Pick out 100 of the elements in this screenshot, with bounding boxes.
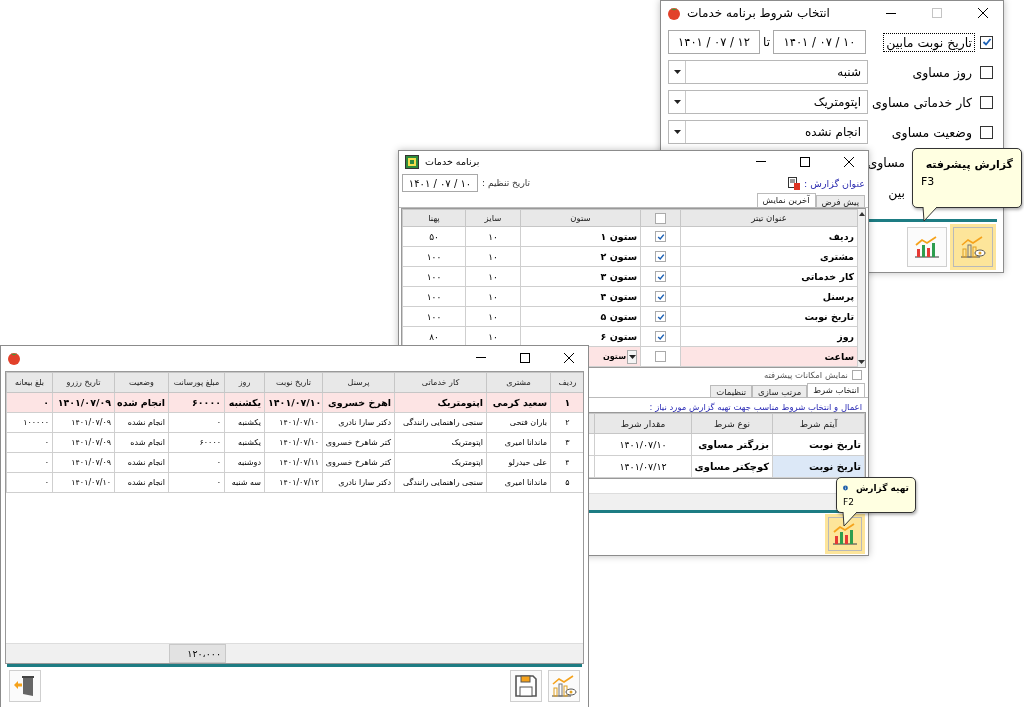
- checkbox[interactable]: [980, 125, 993, 139]
- dropdown-field[interactable]: شنبه: [668, 60, 868, 84]
- table-cell: ۱۴۰۱/۰۷/۰۹: [52, 392, 115, 413]
- checkbox[interactable]: [655, 351, 666, 362]
- table-cell: علی حیدرلو: [486, 452, 551, 473]
- table-cell: ۲: [550, 412, 583, 433]
- date-label: تاریخ تنظیم :: [482, 178, 530, 188]
- checkbox[interactable]: [980, 35, 993, 49]
- table-cell: یکشنبه: [224, 432, 265, 453]
- app-icon: [405, 154, 419, 169]
- column-header: عنوان تیتر: [680, 209, 858, 227]
- save-button[interactable]: [510, 670, 542, 702]
- table-cell: ۰: [6, 432, 53, 453]
- tab[interactable]: آخرین نمایش: [756, 193, 816, 207]
- column-header: آیتم شرط: [772, 413, 865, 434]
- table-row[interactable]: ۱ سعید کرمی اپتومتریک اهرخ خسروی ۱۴۰۱/۰۷/۱۰ یکشنبه ۶۰۰۰۰ انجام شده ۱۴۰۱/۰۷/۰۹ ۰: [6, 392, 583, 413]
- table-cell: انجام شده: [114, 432, 169, 453]
- report-title-label: عنوان گزارش :: [804, 177, 865, 189]
- table-cell: ۸۰: [402, 326, 466, 347]
- dropdown-arrow-icon: [628, 354, 636, 359]
- chart-eye-icon: [551, 674, 577, 698]
- table-cell: ۱۰۰: [402, 246, 466, 267]
- table-cell: ستون ۱: [520, 226, 641, 247]
- table-cell: ۴: [550, 452, 583, 473]
- checkbox-label[interactable]: وضعیت مساوی: [888, 122, 975, 142]
- scrollbar[interactable]: [858, 209, 865, 367]
- bar-chart-icon: [832, 522, 858, 546]
- table-cell: ۰: [168, 472, 225, 493]
- report-button[interactable]: [907, 227, 947, 267]
- table-cell: انجام شده: [114, 392, 169, 413]
- checkbox[interactable]: [655, 251, 666, 262]
- column-header: مشتری: [486, 372, 551, 393]
- table-row[interactable]: ۳ ماندانا امیری اپتومتریک کتر شاهرخ خسروی ۱۴۰۱/۰۷/۱۰ یکشنبه ۶۰۰۰۰ انجام شده ۱۴۰۱/۰۷/۰۹ ۰: [6, 432, 583, 453]
- date-field[interactable]: ۱۴۰۱ / ۰۷ / ۱۰: [773, 30, 866, 54]
- column-header: وضعیت: [114, 372, 169, 393]
- table-cell: انجام نشده: [114, 412, 169, 433]
- column-header: ردیف: [550, 372, 583, 393]
- date-field[interactable]: ۱۴۰۱ / ۰۷ / ۱۰: [402, 174, 478, 192]
- table-cell: ۱۰۰: [402, 266, 466, 287]
- column-header: تاریخ نوبت: [264, 372, 323, 393]
- table-cell: دوشنبه: [224, 452, 265, 473]
- dropdown-arrow-icon: [673, 70, 681, 74]
- checkbox-label[interactable]: نمایش امکانات پیشرفته: [763, 370, 848, 380]
- report-button[interactable]: [828, 517, 862, 551]
- checkbox-label[interactable]: کار خدماتی مساوی: [869, 92, 975, 112]
- column-header: پرسنل: [322, 372, 395, 393]
- column-header: نوع شرط: [691, 413, 773, 434]
- table-cell: دکتر سارا نادری: [322, 412, 395, 433]
- table-row[interactable]: ۵ ماندانا امیری سنجی راهنمایی رانندگی دکتر سارا نادری ۱۴۰۱/۰۷/۱۲ سه شنبه ۰ انجام نشده ۱۴۰۱/۰۷/۱۰ ۰: [6, 472, 583, 493]
- table-cell: ۱۰: [465, 306, 521, 327]
- table-cell: ۰: [168, 412, 225, 433]
- table-cell: ماندانا امیری: [486, 432, 551, 453]
- column-header: کار خدماتی: [394, 372, 487, 393]
- table-cell: ۱۴۰۱/۰۷/۱۰: [264, 392, 323, 413]
- table-row[interactable]: ۴ علی حیدرلو اپتومتریک کتر شاهرخ خسروی ۱۴۰۱/۰۷/۱۱ دوشنبه ۰ انجام نشده ۱۴۰۱/۰۷/۰۹ ۰: [6, 452, 583, 473]
- tab[interactable]: پیش فرض: [815, 195, 865, 207]
- checkbox[interactable]: [852, 370, 862, 380]
- checkbox[interactable]: [655, 331, 666, 342]
- window-title: برنامه خدمات: [425, 156, 480, 167]
- advanced-report-button[interactable]: [548, 670, 580, 702]
- table-cell: ۱۴۰۱/۰۷/۰۹: [52, 412, 115, 433]
- table-cell: ۱۴۰۱/۰۷/۱۱: [264, 452, 323, 473]
- checkbox[interactable]: [980, 95, 993, 109]
- shortcut-key: F3: [921, 175, 935, 188]
- table-cell: پرسنل: [680, 286, 858, 307]
- table-cell: ۱۴۰۱/۰۷/۱۰: [594, 433, 692, 456]
- close-icon: [978, 8, 988, 18]
- table-cell: اپتومتریک: [394, 392, 487, 413]
- tab[interactable]: مرتب سازی: [752, 385, 808, 397]
- table-cell: ماندانا امیری: [486, 472, 551, 493]
- table-cell: کوچکتر مساوی: [691, 455, 773, 478]
- table-cell: کار خدماتی: [680, 266, 858, 287]
- checkbox-label[interactable]: روز مساوی: [909, 62, 975, 82]
- table-cell: مشتری: [680, 246, 858, 267]
- table-cell: سنجی راهنمایی رانندگی: [394, 472, 487, 493]
- table-cell: کتر شاهرخ خسروی: [322, 432, 395, 453]
- table-cell: کتر شاهرخ خسروی: [322, 452, 395, 473]
- table-cell: ۵۰: [402, 226, 466, 247]
- table-cell: باران فتحی: [486, 412, 551, 433]
- dropdown-field[interactable]: انجام نشده: [668, 120, 868, 144]
- exit-button[interactable]: [9, 670, 41, 702]
- checkbox[interactable]: [655, 212, 666, 224]
- checkbox[interactable]: [655, 291, 666, 302]
- date-field[interactable]: ۱۴۰۱ / ۰۷ / ۱۲: [668, 30, 760, 54]
- checkbox[interactable]: [655, 271, 666, 282]
- tab[interactable]: انتخاب شرط: [807, 383, 865, 397]
- column-header: ستون: [520, 209, 641, 227]
- column-header: بلغ بیعانه: [6, 372, 53, 393]
- table-cell: ۱۰۰۰۰۰: [6, 412, 53, 433]
- bar-chart-icon: [914, 235, 940, 259]
- table-row[interactable]: ۲ باران فتحی سنجی راهنمایی رانندگی دکتر سارا نادری ۱۴۰۱/۰۷/۱۰ یکشنبه ۰ انجام نشده ۱۴۰۱/۰۷/۰۹ ۱۰۰۰۰۰: [6, 412, 583, 433]
- tab[interactable]: تنظیمات: [710, 385, 753, 397]
- checkbox[interactable]: [980, 65, 993, 79]
- table-cell: اپتومتریک: [394, 452, 487, 473]
- table-cell: ۰: [6, 472, 53, 493]
- table-cell: ۱۰: [465, 266, 521, 287]
- checkbox[interactable]: [655, 231, 666, 242]
- checkbox-label[interactable]: تاریخ نوبت مابین: [883, 32, 975, 52]
- checkbox[interactable]: [655, 311, 666, 322]
- dropdown-field[interactable]: اپتومتریک: [668, 90, 868, 114]
